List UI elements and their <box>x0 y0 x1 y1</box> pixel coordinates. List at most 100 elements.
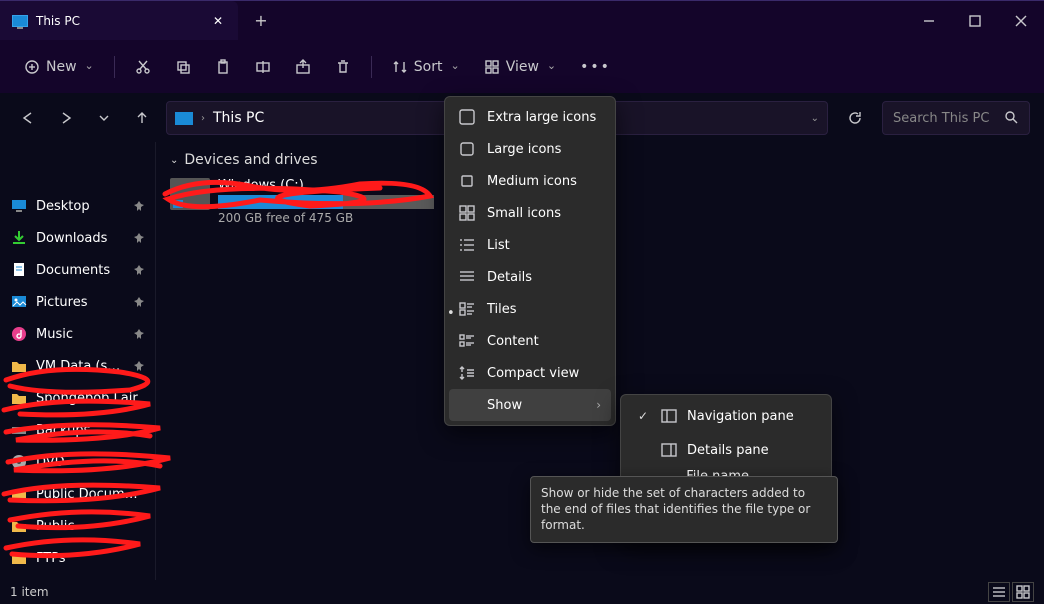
refresh-button[interactable] <box>838 101 872 135</box>
thumbnails-view-toggle[interactable] <box>1012 582 1034 602</box>
sidebar-item-downloads[interactable]: Downloads <box>4 222 151 254</box>
breadcrumb[interactable]: This PC <box>213 110 264 126</box>
sidebar-item-music[interactable]: Music <box>4 318 151 350</box>
submenu-item-label: Details pane <box>687 443 769 458</box>
view-menu-extra-large-icons[interactable]: Extra large icons <box>449 101 611 133</box>
sidebar-item-desktop[interactable]: Desktop <box>4 190 151 222</box>
view-menu-show[interactable]: Show › <box>449 389 611 421</box>
view-menu-small-icons[interactable]: Small icons <box>449 197 611 229</box>
breadcrumb-sep-icon: › <box>201 113 205 124</box>
recent-button[interactable] <box>90 104 118 132</box>
close-button[interactable] <box>998 1 1044 40</box>
menu-item-label: Details <box>487 270 532 285</box>
cut-button[interactable] <box>125 50 161 84</box>
show-menu-navigation-pane[interactable]: ✓Navigation pane <box>625 399 827 433</box>
menu-item-label: Show <box>487 398 522 413</box>
chevron-down-icon[interactable]: ⌄ <box>811 113 819 124</box>
sort-button[interactable]: Sort <box>382 50 470 84</box>
sm-icons-icon <box>459 205 475 221</box>
paste-button[interactable] <box>205 50 241 84</box>
xl-icons-icon <box>459 109 475 125</box>
new-button[interactable]: New <box>14 50 104 84</box>
search-icon <box>1005 111 1019 125</box>
sidebar-item-public[interactable]: Public <box>4 510 151 542</box>
maximize-button[interactable] <box>952 1 998 40</box>
picture-icon <box>10 293 28 311</box>
drive-icon <box>10 421 28 439</box>
pin-icon <box>133 296 145 308</box>
view-menu-compact-view[interactable]: Compact view <box>449 357 611 389</box>
rename-icon <box>255 59 271 75</box>
view-menu-list[interactable]: List <box>449 229 611 261</box>
folder-icon <box>10 357 28 375</box>
paste-icon <box>215 59 231 75</box>
details-view-toggle[interactable] <box>988 582 1010 602</box>
chevron-down-icon: ⌄ <box>170 155 178 166</box>
sidebar-item-label: Backups <box>36 423 145 438</box>
search-input[interactable]: Search This PC <box>882 101 1030 135</box>
forward-button[interactable] <box>52 104 80 132</box>
menu-item-label: Tiles <box>487 302 517 317</box>
sidebar-item-backups[interactable]: Backups <box>4 414 151 446</box>
view-menu-content[interactable]: Content <box>449 325 611 357</box>
sidebar-item-pictures[interactable]: Pictures <box>4 286 151 318</box>
chevron-right-icon: › <box>596 398 601 412</box>
compact-icon <box>459 365 475 381</box>
sidebar-item-label: Public Documents <box>36 487 145 502</box>
title-bar: This PC ✕ + <box>0 0 1044 40</box>
new-icon <box>24 59 40 75</box>
sidebar-item-public-documents[interactable]: Public Documents <box>4 478 151 510</box>
share-button[interactable] <box>285 50 321 84</box>
view-button[interactable]: View <box>474 50 566 84</box>
view-menu-details[interactable]: Details <box>449 261 611 293</box>
sidebar-item-documents[interactable]: Documents <box>4 254 151 286</box>
copy-button[interactable] <box>165 50 201 84</box>
drive-usage-bar <box>218 195 434 209</box>
copy-icon <box>175 59 191 75</box>
sidebar-item-label: Music <box>36 327 125 342</box>
sidebar-item-ftps[interactable]: FTPs <box>4 542 151 574</box>
group-header-label: Devices and drives <box>184 152 317 168</box>
submenu-item-label: Navigation pane <box>687 409 794 424</box>
new-button-label: New <box>46 59 77 75</box>
view-menu-large-icons[interactable]: Large icons <box>449 133 611 165</box>
desktop-icon <box>10 197 28 215</box>
menu-item-label: Large icons <box>487 142 561 157</box>
drive-tile[interactable]: Windows (C:) 200 GB free of 475 GB <box>170 178 434 225</box>
up-button[interactable] <box>128 104 156 132</box>
menu-item-label: Compact view <box>487 366 579 381</box>
show-menu-details-pane[interactable]: Details pane <box>625 433 827 467</box>
back-button[interactable] <box>14 104 42 132</box>
folder-icon <box>10 517 28 535</box>
sidebar-item-spongebob-lair[interactable]: Spongebob Lair <box>4 382 151 414</box>
sidebar-item-dvd[interactable]: DVD <box>4 446 151 478</box>
folder-icon <box>10 485 28 503</box>
share-icon <box>295 59 311 75</box>
details-icon <box>459 269 475 285</box>
document-icon <box>10 261 28 279</box>
rename-button[interactable] <box>245 50 281 84</box>
delete-button[interactable] <box>325 50 361 84</box>
sort-icon <box>392 59 408 75</box>
sidebar-item-label: Public <box>36 519 145 534</box>
sidebar-item-label: Documents <box>36 263 125 278</box>
selected-indicator <box>447 274 453 280</box>
tab-this-pc[interactable]: This PC ✕ <box>0 1 238 40</box>
drive-status: 200 GB free of 475 GB <box>218 211 434 225</box>
sidebar-item-label: Spongebob Lair <box>36 391 145 406</box>
new-tab-button[interactable]: + <box>238 1 284 40</box>
tab-close-icon[interactable]: ✕ <box>210 14 226 28</box>
selected-indicator <box>447 370 453 376</box>
view-menu-tiles[interactable]: Tiles <box>449 293 611 325</box>
drive-label: Windows (C:) <box>218 178 434 193</box>
menu-item-label: Extra large icons <box>487 110 596 125</box>
more-button[interactable]: ••• <box>570 50 621 84</box>
more-icon: ••• <box>580 59 611 75</box>
pin-icon <box>133 264 145 276</box>
minimize-button[interactable] <box>906 1 952 40</box>
sidebar-item-vm-data-shared-[interactable]: VM Data (shared) <box>4 350 151 382</box>
menu-item-label: List <box>487 238 510 253</box>
disc-icon <box>10 453 28 471</box>
selected-indicator <box>447 114 453 120</box>
view-menu-medium-icons[interactable]: Medium icons <box>449 165 611 197</box>
